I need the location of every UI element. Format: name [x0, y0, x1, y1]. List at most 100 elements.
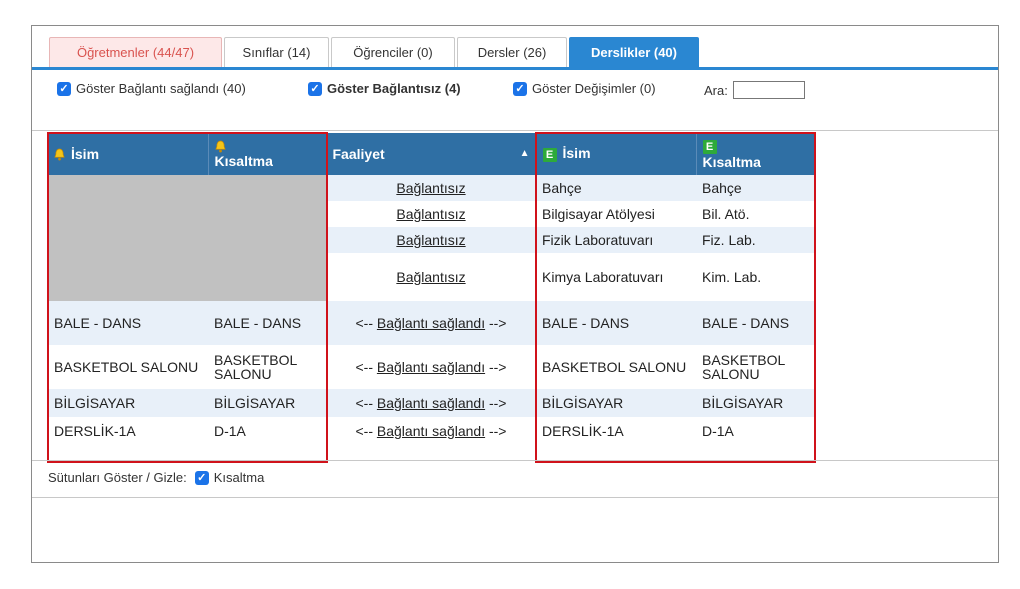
unconnected-link[interactable]: Bağlantısız [396, 206, 465, 222]
right-abbr-cell: Fiz. Lab. [696, 227, 814, 253]
tab-classrooms[interactable]: Derslikler (40) [569, 37, 699, 67]
check-icon[interactable]: ✓ [513, 81, 527, 96]
table-row: DERSLİK-1A D-1A <-- Bağlantı sağlandı --… [48, 417, 814, 445]
arrow-left-text: <-- [355, 359, 377, 375]
right-name-cell: Bilgisayar Atölyesi [542, 206, 655, 222]
left-abbr-cell: BASKETBOL SALONU [214, 352, 297, 382]
activity-cell: <-- Bağlantı sağlandı --> [326, 389, 536, 417]
check-icon[interactable]: ✓ [57, 81, 71, 96]
divider [32, 130, 998, 131]
right-abbr-cell: BASKETBOL SALONU [702, 352, 785, 382]
column-toggle-bar: Sütunları Göster / Gizle: ✓ Kısaltma [48, 470, 264, 485]
header-left-name[interactable]: İsim [48, 133, 209, 175]
right-abbr-cell: Kim. Lab. [702, 269, 762, 285]
right-abbr-cell: BİLGİSAYAR [696, 389, 814, 417]
sort-asc-icon[interactable]: ▲ [520, 147, 530, 161]
check-icon[interactable]: ✓ [194, 470, 209, 485]
table-row: Bağlantısız Fizik Laboratuvarı Fiz. Lab. [48, 227, 814, 253]
tab-teachers[interactable]: Öğretmenler (44/47) [49, 37, 222, 67]
connected-link[interactable]: Bağlantı sağlandı [377, 395, 485, 411]
left-name-cell: BALE - DANS [48, 301, 208, 345]
divider [32, 497, 998, 498]
divider [32, 460, 998, 461]
header-activity-label: Faaliyet [332, 146, 385, 162]
arrow-right-text: --> [485, 395, 507, 411]
activity-cell: <-- Bağlantı sağlandı --> [326, 301, 536, 345]
activity-cell: Bağlantısız [326, 201, 536, 227]
activity-cell: Bağlantısız [326, 253, 536, 301]
mapping-table: İsim Kısaltma Faaliyet ▲ E İsim E Kısaltma [48, 133, 815, 445]
search-input[interactable] [732, 81, 805, 99]
column-toggle-label: Sütunları Göster / Gizle: [48, 470, 187, 485]
unconnected-link[interactable]: Bağlantısız [396, 180, 465, 196]
right-name-cell: Bahçe [536, 175, 696, 201]
left-abbr-cell [208, 175, 326, 201]
header-left-name-label: İsim [71, 145, 100, 162]
filter-connected[interactable]: ✓ Göster Bağlantı sağlandı (40) [57, 81, 246, 96]
connected-link[interactable]: Bağlantı sağlandı [377, 423, 485, 439]
search-label: Ara: [704, 82, 728, 98]
header-right-name[interactable]: E İsim [536, 133, 697, 175]
bell-icon [214, 140, 226, 153]
header-right-abbr-label: Kısaltma [702, 153, 761, 170]
activity-cell: Bağlantısız [326, 175, 536, 201]
left-abbr-cell: BİLGİSAYAR [208, 389, 326, 417]
unconnected-link[interactable]: Bağlantısız [396, 232, 465, 248]
left-abbr-cell [208, 201, 326, 227]
left-name-cell: BASKETBOL SALONU [54, 359, 199, 375]
arrow-right-text: --> [485, 359, 507, 375]
e-icon: E [702, 139, 717, 154]
left-abbr-cell [208, 253, 326, 301]
filter-connected-label: Göster Bağlantı sağlandı (40) [76, 81, 246, 96]
filter-changes-label: Göster Değişimler (0) [532, 81, 656, 96]
tab-students[interactable]: Öğrenciler (0) [331, 37, 455, 67]
activity-cell: <-- Bağlantı sağlandı --> [326, 345, 536, 389]
left-name-cell [48, 227, 208, 253]
arrow-right-text: --> [485, 423, 507, 439]
tab-classes[interactable]: Sınıflar (14) [224, 37, 329, 67]
table-row: Bağlantısız Kimya Laboratuvarı Kim. Lab. [48, 253, 814, 301]
header-activity[interactable]: Faaliyet ▲ [326, 133, 537, 175]
table-row: BASKETBOL SALONU BASKETBOL SALONU <-- Ba… [48, 345, 814, 389]
table-row: Bağlantısız Bahçe Bahçe [48, 175, 814, 201]
left-abbr-cell: BALE - DANS [208, 301, 326, 345]
right-name-cell: BİLGİSAYAR [536, 389, 696, 417]
arrow-left-text: <-- [355, 423, 377, 439]
arrow-left-text: <-- [355, 395, 377, 411]
left-name-cell: DERSLİK-1A [54, 423, 136, 439]
right-abbr-cell: Bahçe [696, 175, 814, 201]
connected-link[interactable]: Bağlantı sağlandı [377, 315, 485, 331]
table-row: BİLGİSAYAR BİLGİSAYAR <-- Bağlantı sağla… [48, 389, 814, 417]
header-right-name-label: İsim [562, 145, 591, 162]
check-icon[interactable]: ✓ [308, 81, 322, 96]
header-left-abbr-label: Kısaltma [214, 153, 273, 169]
left-abbr-cell [208, 227, 326, 253]
app-frame: Öğretmenler (44/47) Sınıflar (14) Öğrenc… [31, 25, 999, 563]
column-toggle-option[interactable]: Kısaltma [214, 470, 265, 485]
activity-cell: Bağlantısız [326, 227, 536, 253]
arrow-right-text: --> [485, 315, 507, 331]
right-name-cell: BASKETBOL SALONU [542, 359, 687, 375]
header-left-abbr[interactable]: Kısaltma [208, 133, 327, 175]
connected-link[interactable]: Bağlantı sağlandı [377, 359, 485, 375]
left-name-cell [48, 175, 208, 201]
tab-lessons[interactable]: Dersler (26) [457, 37, 567, 67]
activity-cell: <-- Bağlantı sağlandı --> [326, 417, 536, 445]
filter-unconnected[interactable]: ✓ Göster Bağlantısız (4) [308, 81, 461, 96]
right-name-cell: Fizik Laboratuvarı [536, 227, 696, 253]
bell-icon [54, 149, 65, 161]
tab-underline [32, 67, 998, 70]
search-group: Ara: [704, 81, 805, 99]
right-abbr-cell: D-1A [702, 423, 734, 439]
left-abbr-cell: D-1A [214, 423, 246, 439]
right-name-cell: Kimya Laboratuvarı [542, 269, 664, 285]
arrow-left-text: <-- [355, 315, 377, 331]
left-name-cell [48, 201, 208, 227]
header-right-abbr[interactable]: E Kısaltma [696, 133, 815, 175]
left-name-cell: BİLGİSAYAR [48, 389, 208, 417]
filter-changes[interactable]: ✓ Göster Değişimler (0) [513, 81, 656, 96]
unconnected-link[interactable]: Bağlantısız [396, 269, 465, 285]
filter-bar: ✓ Göster Bağlantı sağlandı (40) ✓ Göster… [32, 77, 932, 101]
right-name-cell: BALE - DANS [536, 301, 696, 345]
table-row: Bağlantısız Bilgisayar Atölyesi Bil. Atö… [48, 201, 814, 227]
